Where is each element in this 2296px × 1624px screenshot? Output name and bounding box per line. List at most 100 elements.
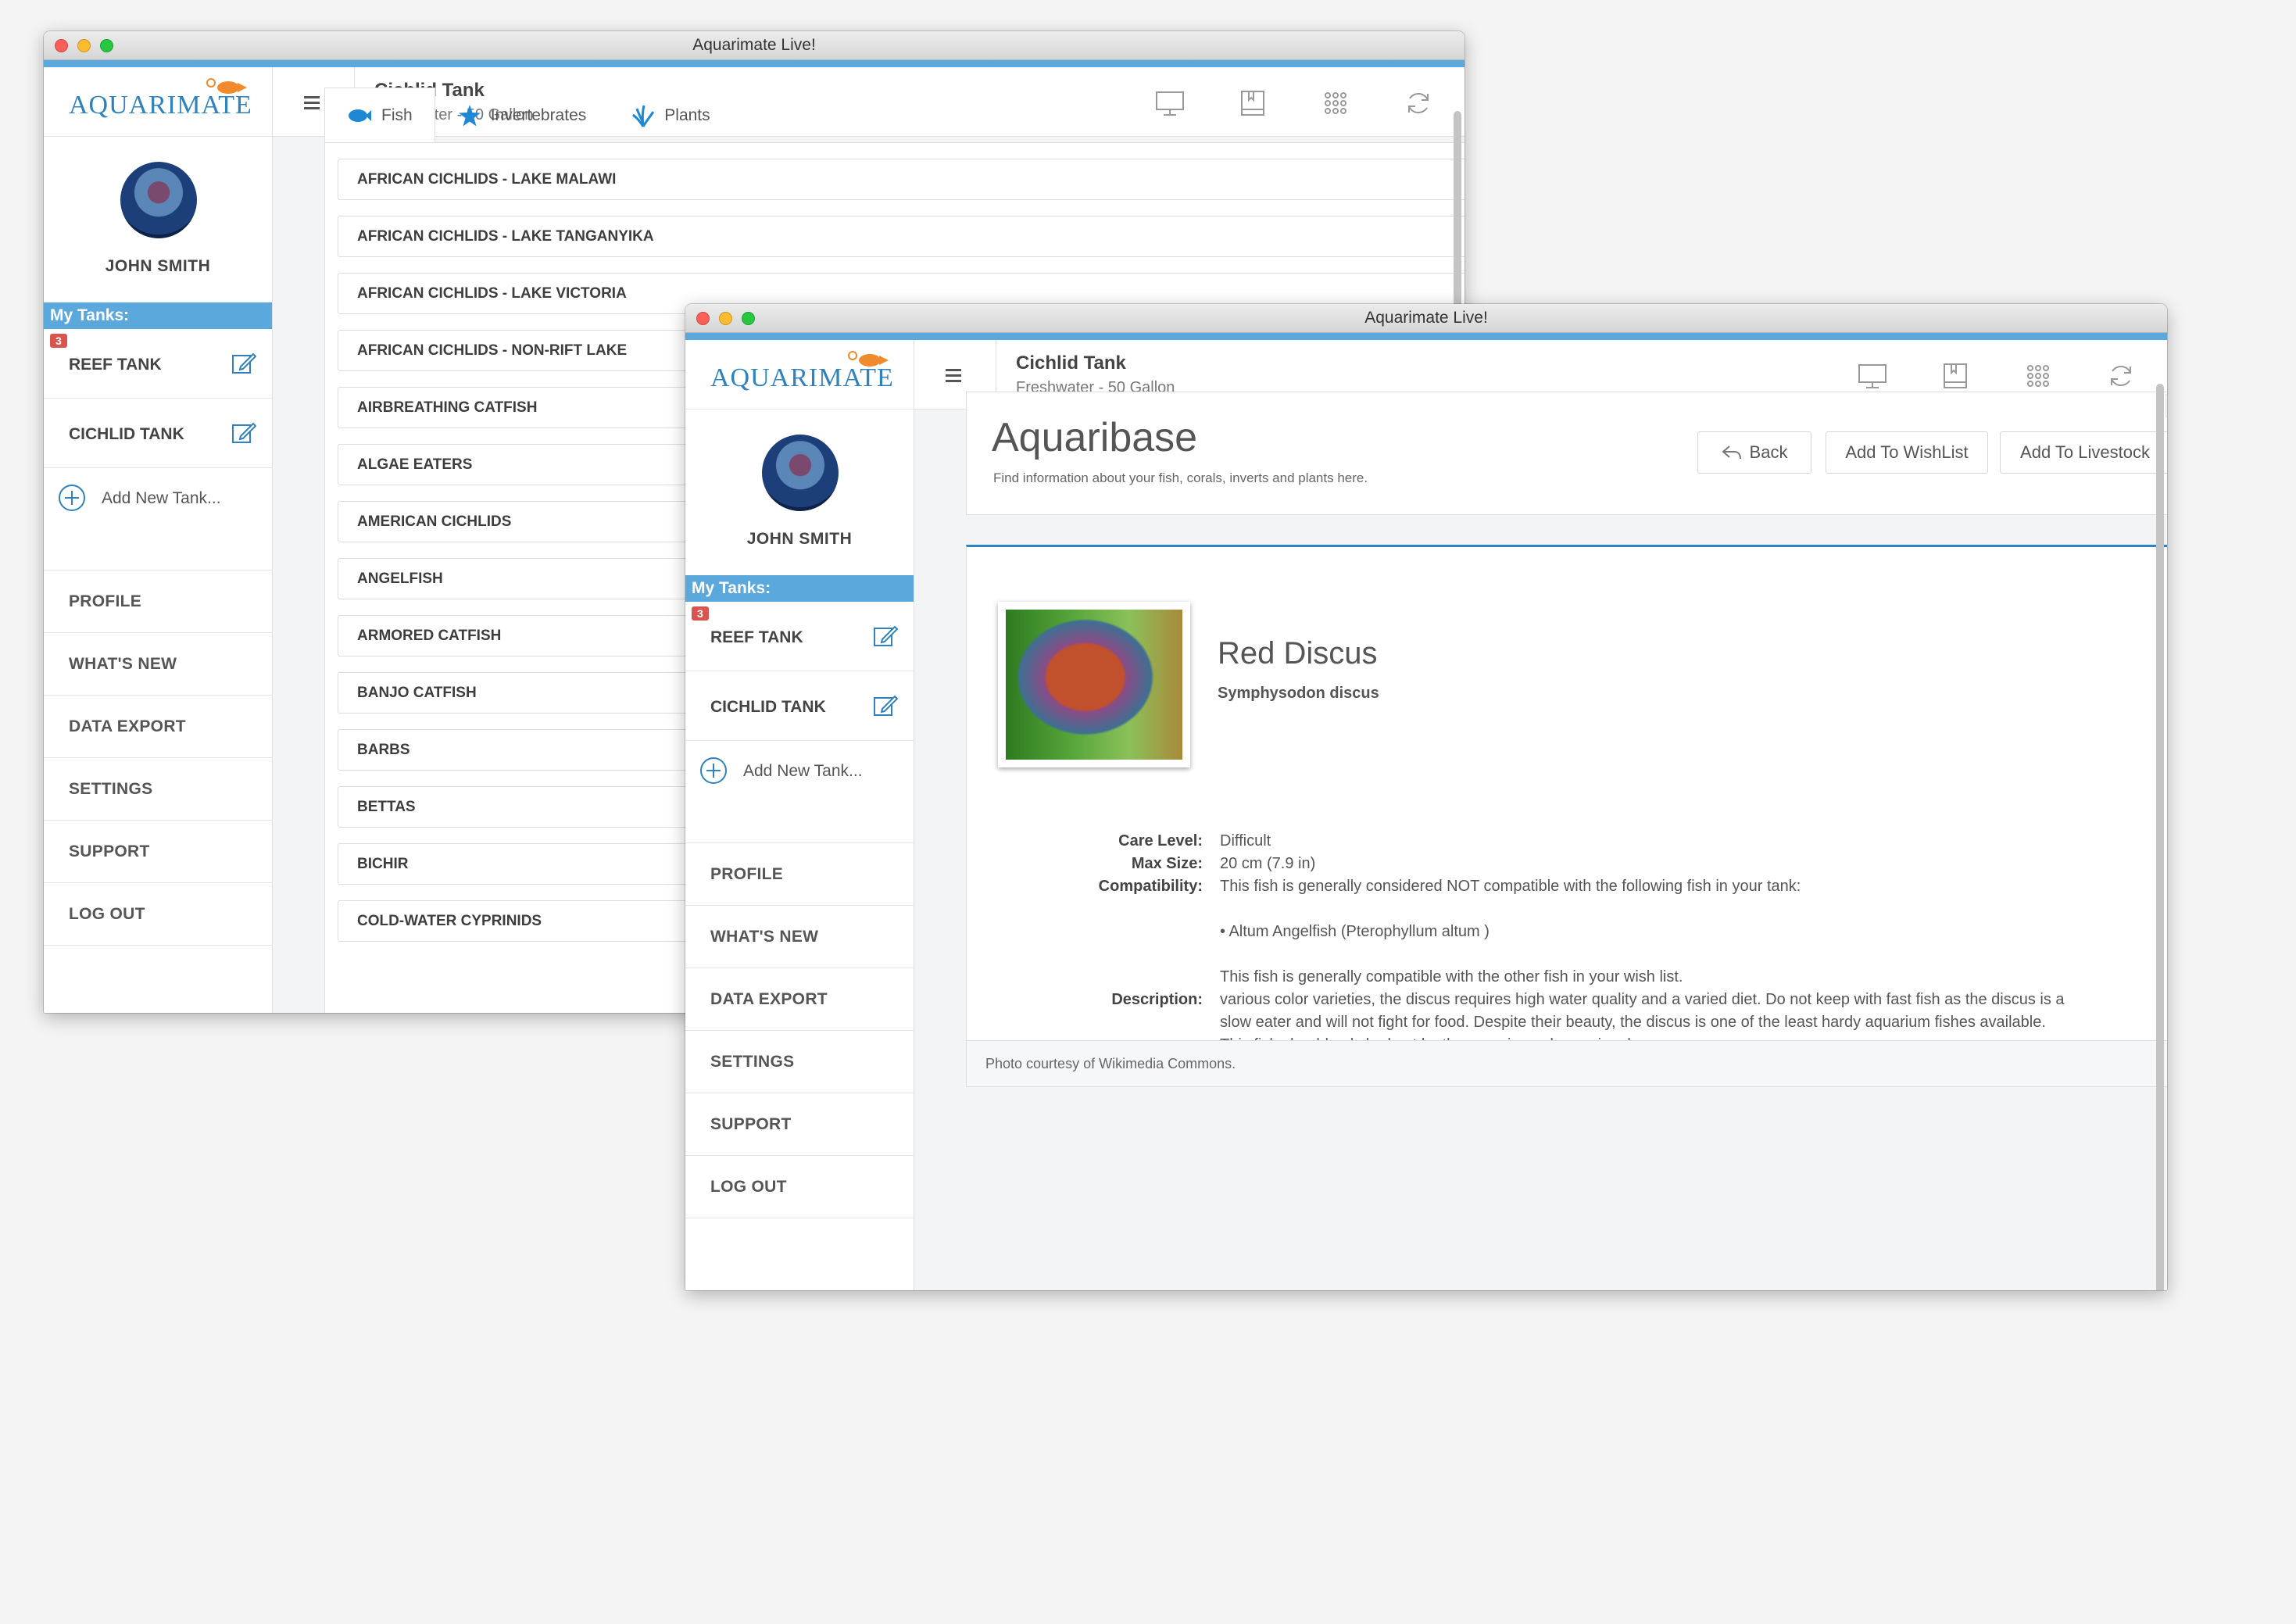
species-detail: Red Discus Symphysodon discus Care Level… <box>966 545 2167 1087</box>
title-bar[interactable]: Aquarimate Live! <box>44 31 1465 60</box>
monitor-icon[interactable] <box>1155 89 1185 117</box>
nav-settings[interactable]: SETTINGS <box>685 1031 914 1093</box>
page-title: Aquaribase <box>992 415 1198 460</box>
nav-log-out[interactable]: LOG OUT <box>44 883 272 946</box>
logo[interactable]: AQUARIMATE <box>685 340 914 410</box>
add-new-tank-button[interactable]: Add New Tank... <box>44 468 272 571</box>
aquaribase-header: ↗ Aquaribase Find information about your… <box>966 392 2167 515</box>
back-button[interactable]: Back <box>1697 431 1811 474</box>
bubble-icon <box>206 78 216 88</box>
add-new-tank-label: Add New Tank... <box>102 489 221 507</box>
nav-profile[interactable]: PROFILE <box>685 843 914 906</box>
expand-icon[interactable]: ↗ <box>2165 394 2167 417</box>
scrollbar[interactable] <box>2156 376 2164 1290</box>
bubble-icon <box>848 351 857 360</box>
logo[interactable]: AQUARIMATE <box>44 67 272 137</box>
nav-log-out[interactable]: LOG OUT <box>685 1156 914 1218</box>
add-to-livestock-button[interactable]: Add To Livestock <box>2000 431 2167 474</box>
wishlist-compatibility-text: This fish is generally compatible with t… <box>1220 968 1683 985</box>
nav-whats-new[interactable]: WHAT'S NEW <box>685 906 914 968</box>
notification-badge: 3 <box>692 606 709 621</box>
back-arrow-icon <box>1722 445 1741 460</box>
care-level-value: Difficult <box>1220 832 1271 850</box>
edit-icon[interactable] <box>873 693 898 718</box>
window-controls <box>55 39 113 52</box>
fish-logo-icon <box>859 354 889 367</box>
title-bar[interactable]: Aquarimate Live! <box>685 304 2167 333</box>
species-photo[interactable] <box>998 602 1190 767</box>
add-to-wishlist-button[interactable]: Add To WishList <box>1826 431 1988 474</box>
tank-name: REEF TANK <box>69 356 162 374</box>
window-title: Aquarimate Live! <box>692 36 816 54</box>
edit-icon[interactable] <box>873 624 898 649</box>
list-item[interactable]: AFRICAN CICHLIDS - LAKE MALAWI <box>338 159 1465 200</box>
window-controls <box>696 312 755 325</box>
book-icon[interactable] <box>1238 89 1268 117</box>
species-scientific-name: Symphysodon discus <box>1218 685 1379 702</box>
grid-icon[interactable] <box>2023 362 2053 390</box>
user-name: JOHN SMITH <box>746 530 853 548</box>
list-item[interactable]: AFRICAN CICHLIDS - LAKE TANGANYIKA <box>338 216 1465 257</box>
nav-profile[interactable]: PROFILE <box>44 571 272 633</box>
logo-text: AQUARIMATE <box>69 91 252 120</box>
zoom-window-button[interactable] <box>742 312 755 325</box>
close-window-button[interactable] <box>696 312 710 325</box>
tab-label: Invertebrates <box>490 106 587 124</box>
sidebar-tank-cichlid[interactable]: CICHLID TANK <box>44 399 272 468</box>
toolbar-icons <box>1155 89 1433 117</box>
tank-name: CICHLID TANK <box>69 425 184 443</box>
nav-data-export[interactable]: DATA EXPORT <box>685 968 914 1031</box>
minimize-window-button[interactable] <box>77 39 91 52</box>
nav-support[interactable]: SUPPORT <box>685 1093 914 1156</box>
avatar[interactable] <box>762 435 839 511</box>
notification-badge: 3 <box>50 334 67 348</box>
compatibility-text: This fish is generally considered NOT co… <box>1220 878 1801 895</box>
fish-logo-icon <box>217 81 247 94</box>
accent-bar <box>685 333 2167 340</box>
sidebar: AQUARIMATE JOHN SMITH My Tanks: 3 REEF T… <box>44 67 273 1013</box>
care-level-label: Care Level: <box>1118 832 1203 850</box>
app-window-foreground: Aquarimate Live! AQUARIMATE JOHN SMITH M… <box>685 304 2167 1290</box>
tab-plants[interactable]: Plants <box>609 88 732 144</box>
refresh-icon[interactable] <box>1404 89 1433 117</box>
tank-title: Cichlid Tank <box>1016 352 1126 374</box>
tab-fish[interactable]: Fish <box>324 88 435 144</box>
category-tabs: Fish Invertebrates Plants <box>324 88 733 144</box>
zoom-window-button[interactable] <box>100 39 113 52</box>
book-icon[interactable] <box>1940 362 1970 390</box>
nav-whats-new[interactable]: WHAT'S NEW <box>44 633 272 696</box>
photo-credit: Photo courtesy of Wikimedia Commons. <box>967 1040 2167 1086</box>
nav-data-export[interactable]: DATA EXPORT <box>44 696 272 758</box>
avatar[interactable] <box>120 162 197 238</box>
grid-icon[interactable] <box>1321 89 1350 117</box>
sidebar-tank-reef[interactable]: 3 REEF TANK <box>44 329 272 399</box>
monitor-icon[interactable] <box>1858 362 1887 390</box>
add-new-tank-button[interactable]: Add New Tank... <box>685 741 914 843</box>
edit-icon[interactable] <box>231 351 256 376</box>
sidebar-tank-reef[interactable]: 3 REEF TANK <box>685 602 914 671</box>
plus-circle-icon <box>700 757 727 784</box>
refresh-icon[interactable] <box>2106 362 2136 390</box>
description-label: Description: <box>1111 991 1203 1008</box>
logo-text: AQUARIMATE <box>710 363 894 392</box>
minimize-window-button[interactable] <box>719 312 732 325</box>
window-title: Aquarimate Live! <box>1364 309 1488 327</box>
user-profile: JOHN SMITH <box>44 137 272 302</box>
nav-support[interactable]: SUPPORT <box>44 821 272 883</box>
close-window-button[interactable] <box>55 39 68 52</box>
user-profile: JOHN SMITH <box>685 410 914 575</box>
tank-name: REEF TANK <box>710 628 803 646</box>
nav-settings[interactable]: SETTINGS <box>44 758 272 821</box>
species-common-name: Red Discus <box>1218 636 1378 671</box>
user-name: JOHN SMITH <box>105 257 211 275</box>
max-size-label: Max Size: <box>1131 855 1203 872</box>
sidebar-tank-cichlid[interactable]: CICHLID TANK <box>685 671 914 741</box>
tab-label: Fish <box>381 106 413 124</box>
tab-invertebrates[interactable]: Invertebrates <box>435 88 610 144</box>
sidebar: AQUARIMATE JOHN SMITH My Tanks: 3 REEF T… <box>685 340 914 1290</box>
edit-icon[interactable] <box>231 420 256 445</box>
plus-circle-icon <box>59 485 85 511</box>
incompatible-fish-item: • Altum Angelfish (Pterophyllum altum ) <box>1220 923 1490 940</box>
back-label: Back <box>1749 442 1788 462</box>
description-line: various color varieties, the discus requ… <box>1220 991 2065 1008</box>
